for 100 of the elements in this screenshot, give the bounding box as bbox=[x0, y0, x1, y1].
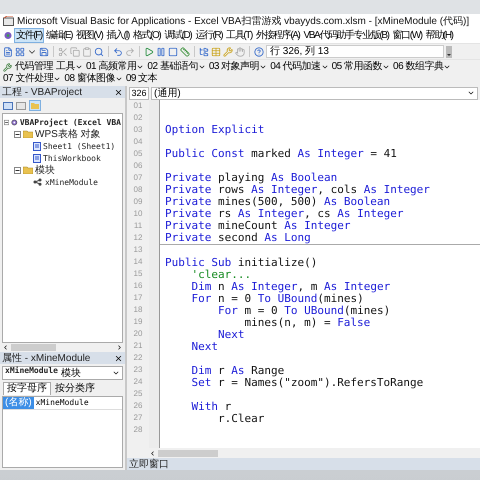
code-line: Public Const marked As Integer = 41 bbox=[165, 147, 397, 160]
app-icon bbox=[3, 16, 14, 26]
toolbar-menu[interactable]: 05 常用函数 bbox=[332, 61, 390, 73]
toolbar-menu[interactable]: 09 文本 bbox=[126, 73, 158, 85]
caret-icon bbox=[112, 369, 120, 377]
toolbar-menu[interactable]: 04 代码加速 bbox=[270, 61, 329, 73]
line-number: 19 bbox=[132, 316, 144, 328]
menu-item[interactable]: VBA代码助手专业版(B) bbox=[301, 28, 391, 43]
tree-item[interactable]: Sheet1 (Sheet1) bbox=[43, 142, 116, 150]
toolbar-menu[interactable]: 07 文件处理 bbox=[3, 73, 62, 85]
tab[interactable]: 按字母序 bbox=[3, 382, 51, 395]
menu-item[interactable]: 运行(R) bbox=[193, 28, 224, 43]
line-number: 28 bbox=[132, 424, 144, 436]
menu-item[interactable]: 格式(O) bbox=[130, 28, 162, 43]
code-line: Next bbox=[217, 328, 244, 341]
code-line: Set r = Names("zoom").RefersToRange bbox=[190, 376, 424, 389]
menu-item[interactable]: 外接程序(A) bbox=[254, 28, 302, 43]
code-line: mines(n, m) = False bbox=[244, 316, 370, 329]
line-number: 23 bbox=[132, 364, 144, 376]
help-icon[interactable] bbox=[254, 46, 264, 56]
save-icon[interactable] bbox=[39, 46, 49, 56]
toolbar-scroll-icon[interactable] bbox=[446, 46, 452, 58]
line-number: 17 bbox=[132, 292, 144, 304]
scroll-right-icon[interactable] bbox=[116, 344, 123, 351]
code-line: Private rs As Integer, cs As Integer bbox=[165, 207, 404, 220]
stop-icon[interactable] bbox=[168, 46, 178, 56]
pause-icon[interactable] bbox=[156, 46, 166, 56]
line-number: 20 bbox=[132, 328, 144, 340]
toolbar-menu[interactable]: 03 对象声明 bbox=[208, 61, 268, 73]
procedure-dropdown[interactable]: (通用) bbox=[151, 86, 478, 100]
scroll-left-icon[interactable] bbox=[149, 450, 156, 456]
menu-item[interactable]: 工具(T) bbox=[224, 28, 254, 43]
pane-title: 立即窗口 bbox=[129, 458, 169, 471]
module-icon bbox=[33, 178, 43, 186]
collapse-icon[interactable] bbox=[4, 118, 10, 126]
line-number: 24 bbox=[132, 376, 144, 388]
tree-item[interactable]: xMineModule bbox=[45, 178, 98, 186]
code-line: r.Clear bbox=[216, 412, 264, 425]
code-line: Private rows As Integer, cols As Integer bbox=[165, 183, 430, 196]
caret-icon bbox=[467, 89, 475, 97]
cursor-position: 行 326, 列 13 bbox=[266, 45, 444, 58]
toolbar-menu[interactable]: 代码管理 bbox=[15, 61, 53, 73]
line-number: 26 bbox=[132, 400, 144, 412]
object-dropdown[interactable]: xMineModule 模块 bbox=[2, 366, 123, 380]
line-number: 07 bbox=[132, 172, 144, 184]
view-code-icon[interactable] bbox=[3, 102, 13, 110]
toggle-folders-icon[interactable] bbox=[29, 100, 41, 111]
tree-item[interactable]: VBAProject (Excel VBA bbox=[20, 118, 121, 126]
scroll-left-icon[interactable] bbox=[2, 344, 9, 351]
search-icon[interactable] bbox=[94, 46, 104, 56]
menu-item[interactable]: 调试(D) bbox=[162, 28, 194, 43]
form-icon[interactable] bbox=[15, 46, 25, 56]
menu-item[interactable]: 插入(I) bbox=[104, 28, 131, 43]
scroll-thumb[interactable] bbox=[158, 450, 218, 456]
document-icon[interactable] bbox=[3, 46, 13, 56]
code-line: Private second As Long bbox=[165, 231, 311, 244]
menu-item[interactable]: 窗口(W) bbox=[390, 28, 424, 43]
line-number: 18 bbox=[132, 304, 144, 316]
scroll-thumb[interactable] bbox=[11, 344, 56, 351]
pane-title: 工程 - VBAProject bbox=[2, 86, 82, 99]
toolbar-menu[interactable]: 工具 bbox=[56, 61, 83, 73]
line-number: 12 bbox=[132, 232, 144, 244]
line-number: 11 bbox=[132, 220, 144, 232]
document-icon bbox=[33, 142, 41, 150]
folder-icon bbox=[23, 130, 33, 138]
toolbar-menu[interactable]: 01 高频常用 bbox=[86, 61, 144, 73]
code-line: For m = 0 To UBound(mines) bbox=[216, 304, 390, 317]
window-title: Microsoft Visual Basic for Applications - Excel VBA扫雷游戏 vbayyds.com.xlsm - [xMineModule (代码)] bbox=[17, 14, 470, 28]
code-line: Next bbox=[190, 340, 218, 353]
close-icon[interactable] bbox=[114, 354, 123, 362]
project-explorer-icon[interactable] bbox=[199, 46, 209, 56]
close-icon[interactable] bbox=[114, 88, 123, 96]
tree-item[interactable]: 模块 bbox=[35, 163, 55, 177]
object-name: xMineModule bbox=[5, 366, 58, 377]
menu-item[interactable]: 文件(F) bbox=[14, 28, 44, 43]
collapse-icon[interactable] bbox=[14, 130, 21, 138]
menu-item[interactable]: 编辑(E) bbox=[44, 28, 74, 43]
code-line: 'clear... bbox=[190, 268, 252, 281]
toolbar-menu[interactable]: 06 数组字典 bbox=[393, 61, 452, 73]
toolbar-menu[interactable]: 02 基础语句 bbox=[147, 61, 206, 73]
code-line: Private mineCount As Integer bbox=[165, 219, 350, 232]
line-number: 25 bbox=[132, 388, 144, 400]
play-icon[interactable] bbox=[144, 46, 154, 56]
code-editor[interactable] bbox=[160, 100, 480, 448]
property-value[interactable]: xMineModule bbox=[34, 397, 89, 409]
collapse-icon[interactable] bbox=[14, 166, 21, 174]
toolbar-menu[interactable]: 08 窗体图像 bbox=[64, 73, 123, 85]
document-icon bbox=[33, 154, 41, 162]
code-line: Dim n As Integer, m As Integer bbox=[190, 280, 390, 293]
tree-item[interactable]: WPS表格 对象 bbox=[35, 127, 101, 141]
line-number: 13 bbox=[132, 244, 144, 256]
undo-icon[interactable] bbox=[113, 46, 123, 56]
line-number: 09 bbox=[132, 196, 144, 208]
ruler-icon[interactable] bbox=[180, 46, 190, 56]
tree-item[interactable]: ThisWorkbook bbox=[43, 154, 101, 162]
line-number: 05 bbox=[132, 148, 144, 160]
code-line: Dim r As Range bbox=[190, 364, 284, 377]
menu-item[interactable]: 视图(V) bbox=[74, 28, 104, 43]
menu-item[interactable]: 帮助(H) bbox=[424, 28, 455, 43]
line-number: 22 bbox=[132, 352, 144, 364]
